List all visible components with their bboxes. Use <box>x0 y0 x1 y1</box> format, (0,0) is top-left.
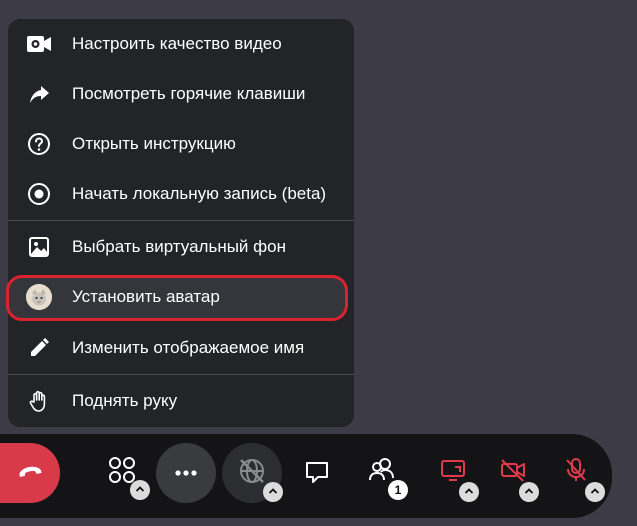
network-options-chevron[interactable] <box>263 482 283 502</box>
image-icon <box>25 233 53 261</box>
chat-button[interactable] <box>297 454 337 494</box>
menu-item-local-recording[interactable]: Начать локальную запись (beta) <box>8 169 354 219</box>
call-toolbar: 1 <box>0 434 612 518</box>
menu-item-label: Поднять руку <box>72 391 178 410</box>
microphone-off-icon <box>562 456 590 489</box>
menu-item-hotkeys[interactable]: Посмотреть горячие клавиши <box>8 69 354 119</box>
menu-item-label: Начать локальную запись (beta) <box>72 184 327 203</box>
menu-item-raise-hand[interactable]: Поднять руку <box>8 376 354 426</box>
more-options-menu: Настроить качество видео Посмотреть горя… <box>6 19 354 427</box>
menu-divider <box>8 220 354 221</box>
menu-item-virtual-background[interactable]: Выбрать виртуальный фон <box>8 222 354 272</box>
menu-item-video-quality[interactable]: Настроить качество видео <box>8 19 354 69</box>
menu-item-label: Открыть инструкцию <box>72 134 236 153</box>
chevron-up-icon <box>464 483 474 501</box>
chevron-up-icon <box>590 483 600 501</box>
video-settings-icon <box>25 30 53 58</box>
menu-item-label: Изменить отображаемое имя <box>72 338 305 357</box>
menu-item-label: Посмотреть горячие клавиши <box>72 84 306 103</box>
chat-icon <box>304 459 330 490</box>
menu-item-change-name[interactable]: Изменить отображаемое имя <box>8 323 354 373</box>
record-icon <box>25 180 53 208</box>
screen-share-options-chevron[interactable] <box>459 482 479 502</box>
menu-item-set-avatar[interactable]: Установить аватар <box>6 272 354 322</box>
menu-item-label: Выбрать виртуальный фон <box>72 237 286 256</box>
menu-divider <box>8 374 354 375</box>
phone-hangup-icon <box>15 456 45 491</box>
pencil-icon <box>25 334 53 362</box>
avatar-icon <box>25 283 53 311</box>
share-arrow-icon <box>25 80 53 108</box>
end-call-button[interactable] <box>0 443 60 503</box>
menu-item-instructions[interactable]: Открыть инструкцию <box>8 119 354 169</box>
camera-options-chevron[interactable] <box>519 482 539 502</box>
chevron-up-icon <box>135 481 145 499</box>
participants-count-badge: 1 <box>388 480 408 500</box>
globe-off-icon <box>236 455 268 492</box>
menu-item-label: Установить аватар <box>72 287 220 306</box>
more-options-button[interactable] <box>156 443 216 503</box>
chevron-up-icon <box>268 483 278 501</box>
more-dots-icon <box>174 464 198 482</box>
hand-icon <box>25 387 53 415</box>
chevron-up-icon <box>524 483 534 501</box>
apps-options-chevron[interactable] <box>130 480 150 500</box>
help-circle-icon <box>25 130 53 158</box>
microphone-options-chevron[interactable] <box>585 482 605 502</box>
menu-item-label: Настроить качество видео <box>72 34 282 53</box>
